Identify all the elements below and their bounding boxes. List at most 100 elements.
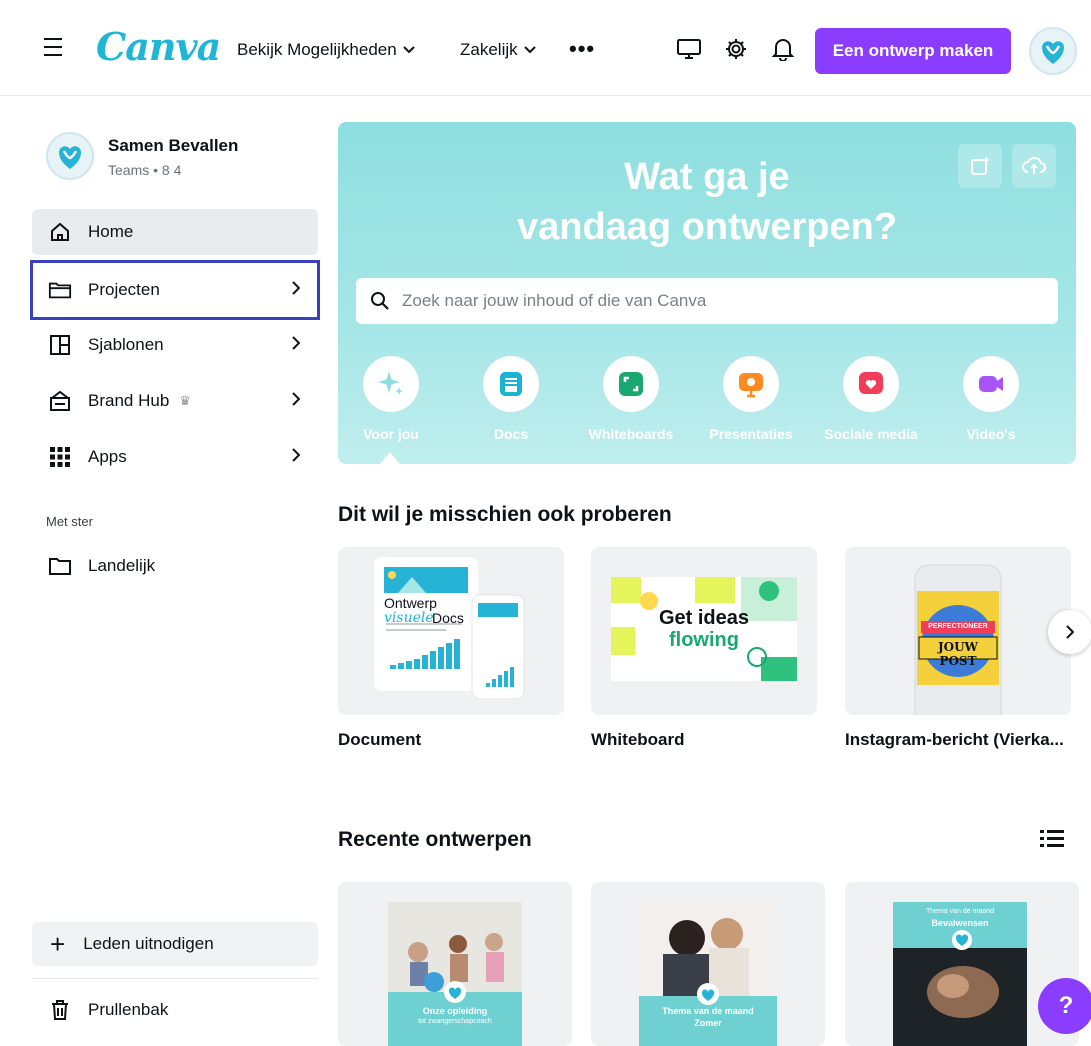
category-presentaties[interactable]: Presentaties	[696, 356, 806, 442]
search-bar[interactable]	[356, 278, 1058, 324]
presentation-icon	[723, 356, 779, 412]
thumb-line2: flowing	[669, 629, 739, 651]
category-videos[interactable]: Video's	[936, 356, 1046, 442]
starred-section-label: Met ster	[46, 514, 93, 529]
suggestion-card-instagram[interactable]: PERFECTIONEER JOUW POST	[845, 547, 1071, 715]
thumb-text: JOUW POST	[937, 640, 979, 668]
recent-title: Recente ontwerpen	[338, 828, 532, 851]
video-icon	[963, 356, 1019, 412]
folder-icon	[48, 554, 72, 578]
sidebar-item-landelijk[interactable]: Landelijk	[32, 543, 318, 589]
search-icon	[371, 292, 389, 310]
thumb-title: Ontwerp	[384, 595, 437, 611]
category-label: Voor jou	[363, 426, 419, 442]
suggestion-card-whiteboard[interactable]: Get ideas flowing	[591, 547, 817, 715]
chevron-right-icon	[292, 391, 301, 411]
hero-banner: Wat ga je vandaag ontwerpen? Voor jou Do…	[338, 122, 1076, 464]
sidebar-item-label: Landelijk	[88, 556, 156, 575]
instagram-thumbnail	[914, 564, 1002, 715]
category-voor-jou[interactable]: Voor jou	[338, 356, 446, 442]
chevron-right-icon	[292, 280, 301, 300]
sidebar-item-label: Projecten	[88, 280, 160, 299]
sidebar-item-label: Brand Hub	[88, 391, 170, 410]
home-icon	[48, 220, 72, 244]
category-label: Video's	[966, 426, 1016, 442]
chevron-down-icon	[402, 46, 415, 54]
category-label: Whiteboards	[588, 426, 674, 442]
recent-design-1[interactable]: Onze opleiding tot zwangerschapcoach	[338, 882, 572, 1046]
team-subtitle: Teams • 8 4	[108, 162, 182, 178]
team-name[interactable]: Samen Bevallen	[108, 136, 238, 156]
chevron-right-icon	[292, 447, 301, 467]
design-caption: Zomer	[694, 1018, 722, 1028]
canva-logo[interactable]: Canva	[96, 24, 221, 69]
chevron-right-icon	[1066, 625, 1074, 639]
invite-members-button[interactable]: + Leden uitnodigen	[32, 922, 318, 966]
crown-icon: ♛	[179, 393, 191, 408]
folder-icon	[48, 278, 72, 302]
nav-zakelijk[interactable]: Zakelijk	[460, 40, 536, 60]
docs-icon	[483, 356, 539, 412]
thumb-badge: PERFECTIONEER	[928, 623, 988, 630]
category-whiteboards[interactable]: Whiteboards	[576, 356, 686, 442]
sidebar-item-label: Apps	[88, 447, 127, 466]
bell-icon[interactable]	[770, 36, 796, 62]
sidebar: Samen Bevallen Teams • 8 4 Home Projecte…	[28, 96, 324, 1046]
template-icon	[48, 333, 72, 357]
design-caption: Onze opleiding	[422, 1006, 488, 1016]
sparkle-icon	[363, 356, 419, 412]
apps-grid-icon	[48, 445, 72, 469]
avatar[interactable]	[1029, 27, 1077, 75]
sidebar-item-trash[interactable]: Prullenbak	[32, 988, 318, 1032]
thumb-word: Docs	[432, 610, 464, 626]
help-button[interactable]: ?	[1038, 978, 1091, 1034]
thumb-accent: visuele	[384, 610, 434, 626]
thumb-line1: Get ideas	[658, 607, 750, 629]
top-bar: Canva Bekijk Mogelijkheden Zakelijk ••• …	[0, 0, 1091, 96]
nav-label: Bekijk Mogelijkheden	[237, 40, 397, 59]
suggestion-card-document[interactable]: Ontwerp visuele Docs	[338, 547, 564, 715]
whiteboard-icon	[603, 356, 659, 412]
design-caption: Thema van de maand	[925, 908, 995, 915]
trash-icon	[48, 998, 72, 1022]
suggestion-label[interactable]: Whiteboard	[591, 730, 817, 750]
document-thumbnail	[374, 557, 525, 700]
design-caption: Bevalwensen	[931, 918, 989, 928]
active-category-indicator	[380, 452, 400, 464]
carousel-next-button[interactable]	[1048, 610, 1091, 654]
category-docs[interactable]: Docs	[456, 356, 566, 442]
invite-label: Leden uitnodigen	[83, 934, 214, 953]
design-caption: Thema van de maand	[662, 1006, 754, 1016]
sidebar-item-projecten[interactable]: Projecten	[30, 260, 320, 320]
sidebar-item-home[interactable]: Home	[32, 209, 318, 255]
menu-icon[interactable]	[44, 38, 66, 58]
suggestion-label[interactable]: Instagram-bericht (Vierka...	[845, 730, 1070, 750]
team-avatar[interactable]	[46, 132, 94, 180]
suggestions-title: Dit wil je misschien ook proberen	[338, 503, 672, 526]
desktop-icon[interactable]	[676, 36, 702, 62]
plus-icon: +	[50, 929, 66, 959]
gear-icon[interactable]	[723, 36, 749, 62]
suggestion-label[interactable]: Document	[338, 730, 564, 750]
search-input[interactable]	[402, 291, 1042, 311]
recent-design-2[interactable]: Thema van de maand Zomer	[591, 882, 825, 1046]
sidebar-item-brand-hub[interactable]: Brand Hub ♛	[32, 378, 318, 424]
sidebar-item-sjablonen[interactable]: Sjablonen	[32, 322, 318, 368]
hero-title-line: Wat ga je	[624, 156, 790, 198]
category-label: Docs	[493, 426, 529, 442]
category-label: Presentaties	[709, 426, 793, 442]
more-icon[interactable]: •••	[569, 36, 595, 62]
nav-bekijk-mogelijkheden[interactable]: Bekijk Mogelijkheden	[237, 40, 415, 60]
design-caption: tot zwangerschapcoach	[418, 1018, 492, 1025]
list-view-icon[interactable]	[1040, 828, 1064, 850]
heart-icon	[843, 356, 899, 412]
chevron-down-icon	[523, 46, 536, 54]
category-label: Sociale media	[824, 426, 918, 442]
brand-icon	[48, 389, 72, 413]
hero-title-line: vandaag ontwerpen?	[516, 206, 898, 248]
nav-label: Zakelijk	[460, 40, 518, 59]
category-sociale-media[interactable]: Sociale media	[816, 356, 926, 442]
create-design-button[interactable]: Een ontwerp maken	[815, 28, 1011, 74]
sidebar-item-apps[interactable]: Apps	[32, 434, 318, 480]
divider	[32, 978, 318, 979]
